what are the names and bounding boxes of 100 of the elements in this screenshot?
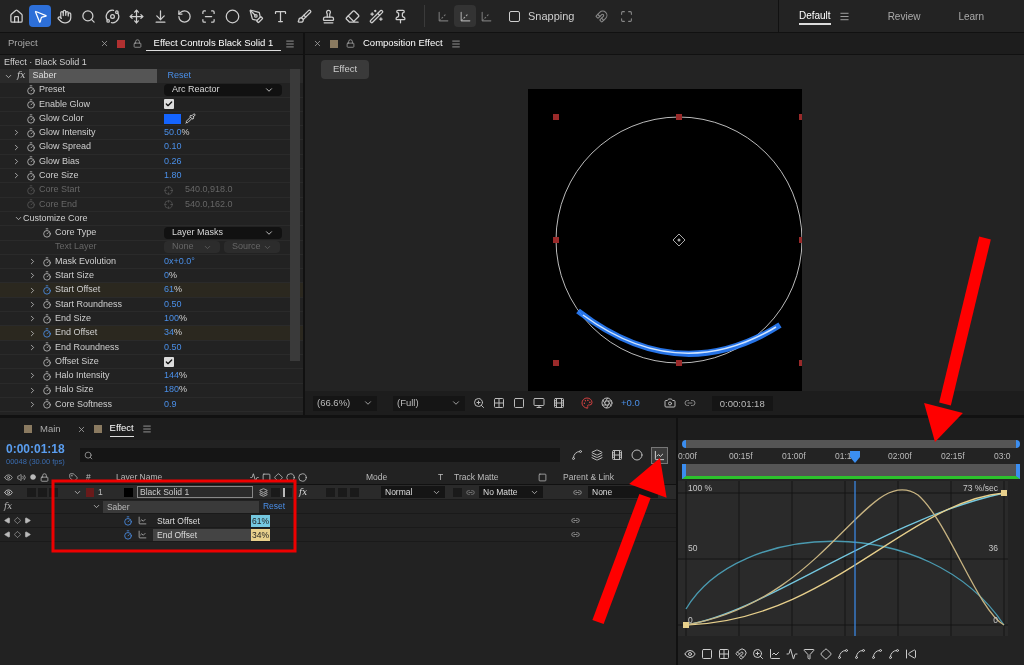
resolution-dropdown[interactable]: (Full) [393,395,465,411]
graph-editor-drawing[interactable] [678,481,1008,636]
stopwatch-icon[interactable] [42,227,52,238]
preset-dropdown[interactable]: Arc Reactor [164,83,282,96]
lock-icon[interactable] [346,39,355,48]
pick-whip-icon[interactable] [573,487,582,497]
solo-icon[interactable] [30,474,36,480]
stopwatch-icon[interactable] [26,99,36,110]
snapping-checkbox[interactable] [509,10,520,22]
preset-dropdown[interactable]: Layer Masks [164,226,282,239]
composition-button[interactable]: Effect [321,59,370,79]
stopwatch-icon[interactable] [42,399,52,410]
stopwatch-icon[interactable] [42,328,52,338]
menu-icon[interactable] [141,424,152,434]
axis-icon[interactable] [480,9,493,23]
snap-icon[interactable] [735,648,747,660]
close-icon[interactable] [76,424,86,434]
scrollbar[interactable] [290,69,300,361]
timeline-tab[interactable]: Effect [109,421,134,437]
workspace-tab[interactable]: Default [798,7,831,25]
close-icon[interactable] [313,39,322,48]
pick-whip-icon[interactable] [571,530,580,539]
effect-name[interactable]: Saber [102,500,259,513]
layer-name-field[interactable]: Black Solid 1 [137,486,253,498]
mode-dropdown[interactable]: Normal [381,486,445,498]
lock-icon[interactable] [40,472,49,482]
property-name[interactable]: End Offset [153,528,251,541]
panel-tab[interactable]: Composition Effect [363,36,443,51]
workspace-tab[interactable]: Review [887,7,921,25]
fx-switch[interactable]: fx [299,485,307,499]
reset-link[interactable]: Reset [262,500,286,513]
stopwatch-icon[interactable] [26,127,36,138]
param-value[interactable]: 100 [164,311,180,326]
current-time-field[interactable]: 0:00:01:18 [711,395,773,411]
timeline-tab[interactable]: Main [40,421,61,437]
anchor-point-icon[interactable] [672,233,685,247]
param-value[interactable]: 0 [164,269,169,283]
stopwatch-icon[interactable] [123,529,133,540]
handle-square[interactable] [552,237,559,243]
param-value[interactable]: 0.50 [164,340,182,355]
param-value[interactable]: 61 [164,283,174,297]
stopwatch-icon[interactable] [26,84,36,95]
stopwatch-icon[interactable] [26,170,36,181]
handle-square[interactable] [552,360,559,366]
effect-name[interactable]: Saber [29,69,158,83]
param-value[interactable]: 180 [164,383,180,397]
speaker-icon[interactable] [17,472,26,482]
stopwatch-icon[interactable] [26,113,36,124]
property-value[interactable]: 34% [251,528,270,541]
visibility-icon[interactable] [4,487,13,497]
magnification-dropdown[interactable]: (66.6%) [313,395,377,411]
handle-square[interactable] [675,114,682,120]
param-value[interactable]: 50.0 [164,126,182,140]
menu-icon[interactable] [838,10,850,22]
param-value[interactable]: 34 [164,326,174,340]
label-icon[interactable] [69,472,78,482]
playhead-icon[interactable] [850,451,860,463]
diamond-icon[interactable] [274,472,283,482]
color-swatch[interactable] [164,113,181,124]
param-value[interactable]: 0x+0.0° [164,254,195,269]
stopwatch-icon[interactable] [42,385,52,396]
panel-tab[interactable]: Project [0,36,46,51]
camera-icon[interactable] [663,397,676,409]
stopwatch-icon[interactable] [26,156,36,167]
menu-icon[interactable] [450,38,461,49]
link-icon[interactable] [683,397,696,409]
switch-box[interactable] [49,487,58,497]
track-matte-dropdown[interactable]: No Matte [479,486,543,498]
composition-viewer[interactable] [527,89,802,391]
stopwatch-icon[interactable] [42,370,52,381]
keyframe-icon[interactable] [820,648,832,660]
search-field[interactable] [80,448,560,462]
handle-square[interactable] [552,114,559,120]
grid-icon[interactable] [493,397,505,409]
current-time[interactable]: 0:00:01:18 [6,442,80,456]
stopwatch-icon[interactable] [42,270,52,281]
work-area-bar[interactable] [682,464,1020,479]
magnet-icon[interactable] [594,9,608,23]
handle-square[interactable] [675,360,682,366]
stopwatch-icon[interactable] [42,299,52,310]
stopwatch-icon[interactable] [42,313,52,324]
reset-link[interactable]: Reset [167,69,191,83]
param-value[interactable]: 0.10 [164,140,182,154]
graph-toggle-icon[interactable] [138,516,147,525]
checkbox[interactable] [164,99,174,110]
property-value[interactable]: 61% [251,514,270,527]
param-value[interactable]: 0.26 [164,154,182,169]
graph-editor-button[interactable] [651,446,668,464]
stopwatch-icon[interactable] [42,285,52,296]
graph-toggle-icon[interactable] [138,530,147,539]
checkbox[interactable] [164,356,174,367]
param-value[interactable]: 0.9 [164,397,177,412]
property-name[interactable]: Start Offset [153,514,251,527]
menu-icon[interactable] [285,38,296,49]
workspace-tab[interactable]: Learn [958,7,984,25]
expand-icon[interactable] [619,9,633,23]
axis-icon[interactable] [437,9,450,23]
exposure-value[interactable]: +0.0 [621,395,640,411]
eye-icon[interactable] [684,648,696,660]
panel-tab[interactable]: Effect Controls Black Solid 1 [145,35,282,52]
